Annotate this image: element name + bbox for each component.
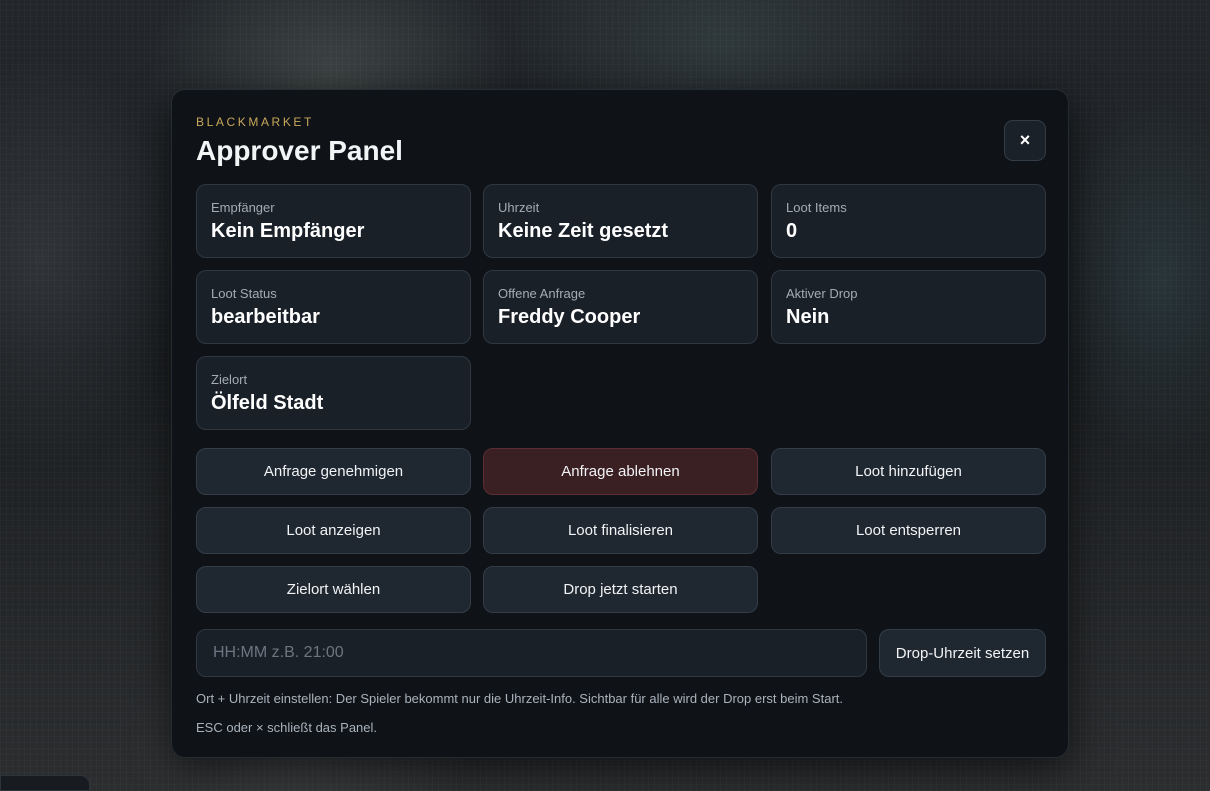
info-card-offene-anfrage: Offene Anfrage Freddy Cooper (483, 270, 758, 344)
info-card-aktiver-drop: Aktiver Drop Nein (771, 270, 1046, 344)
panel-eyebrow: BLACKMARKET (196, 115, 314, 129)
set-drop-time-button[interactable]: Drop-Uhrzeit setzen (879, 629, 1046, 677)
reject-request-button[interactable]: Anfrage ablehnen (483, 448, 758, 495)
info-card-loot-items: Loot Items 0 (771, 184, 1046, 258)
info-card-value: Freddy Cooper (498, 306, 641, 328)
close-hint-text: ESC oder × schließt das Panel. (196, 720, 378, 735)
info-card-value: Nein (786, 306, 830, 328)
info-card-value: Keine Zeit gesetzt (498, 220, 669, 242)
choose-destination-button[interactable]: Zielort wählen (196, 566, 471, 613)
info-card-uhrzeit: Uhrzeit Keine Zeit gesetzt (483, 184, 758, 258)
help-text: Ort + Uhrzeit einstellen: Der Spieler be… (196, 691, 843, 706)
unlock-loot-button[interactable]: Loot entsperren (771, 507, 1046, 554)
close-button[interactable]: × (1004, 120, 1046, 161)
info-card-value: 0 (786, 220, 798, 242)
info-card-label: Uhrzeit (498, 200, 540, 215)
info-card-value: Kein Empfänger (211, 220, 365, 242)
info-card-empfaenger: Empfänger Kein Empfänger (196, 184, 471, 258)
add-loot-button[interactable]: Loot hinzufügen (771, 448, 1046, 495)
info-card-label: Zielort (211, 372, 248, 387)
finalize-loot-button[interactable]: Loot finalisieren (483, 507, 758, 554)
approver-panel: BLACKMARKET Approver Panel × Empfänger K… (171, 89, 1069, 758)
approve-request-button[interactable]: Anfrage genehmigen (196, 448, 471, 495)
close-icon: × (1019, 130, 1031, 150)
info-card-label: Loot Status (211, 286, 277, 301)
show-loot-button[interactable]: Loot anzeigen (196, 507, 471, 554)
info-card-value: Ölfeld Stadt (211, 392, 324, 414)
info-card-value: bearbeitbar (211, 306, 320, 328)
info-card-label: Offene Anfrage (498, 286, 586, 301)
page-title: Approver Panel (196, 135, 403, 166)
hud-indicator (0, 775, 90, 791)
info-card-label: Loot Items (786, 200, 847, 215)
info-card-loot-status: Loot Status bearbeitbar (196, 270, 471, 344)
info-card-label: Empfänger (211, 200, 275, 215)
drop-time-input[interactable] (196, 629, 867, 677)
info-card-label: Aktiver Drop (786, 286, 858, 301)
start-drop-button[interactable]: Drop jetzt starten (483, 566, 758, 613)
info-card-zielort: Zielort Ölfeld Stadt (196, 356, 471, 430)
